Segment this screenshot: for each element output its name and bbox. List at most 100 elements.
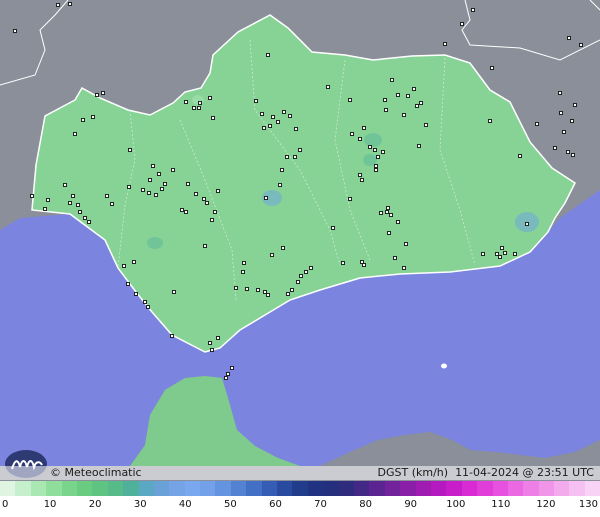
station-marker-icon[interactable] xyxy=(148,178,152,182)
station-marker-icon[interactable] xyxy=(558,91,562,95)
station-marker-icon[interactable] xyxy=(348,197,352,201)
station-marker-icon[interactable] xyxy=(143,300,147,304)
station-marker-icon[interactable] xyxy=(87,220,91,224)
station-marker-icon[interactable] xyxy=(147,191,151,195)
station-marker-icon[interactable] xyxy=(230,366,234,370)
station-marker-icon[interactable] xyxy=(73,132,77,136)
station-marker-icon[interactable] xyxy=(242,261,246,265)
station-marker-icon[interactable] xyxy=(226,372,230,376)
station-marker-icon[interactable] xyxy=(128,148,132,152)
station-marker-icon[interactable] xyxy=(266,293,270,297)
station-marker-icon[interactable] xyxy=(386,206,390,210)
station-marker-icon[interactable] xyxy=(263,290,267,294)
station-marker-icon[interactable] xyxy=(56,3,60,7)
station-marker-icon[interactable] xyxy=(387,231,391,235)
station-marker-icon[interactable] xyxy=(68,2,72,6)
station-marker-icon[interactable] xyxy=(270,253,274,257)
station-marker-icon[interactable] xyxy=(419,101,423,105)
station-marker-icon[interactable] xyxy=(326,85,330,89)
station-marker-icon[interactable] xyxy=(105,194,109,198)
station-marker-icon[interactable] xyxy=(278,183,282,187)
station-marker-icon[interactable] xyxy=(157,172,161,176)
station-marker-icon[interactable] xyxy=(151,164,155,168)
station-marker-icon[interactable] xyxy=(389,213,393,217)
station-marker-icon[interactable] xyxy=(579,43,583,47)
station-marker-icon[interactable] xyxy=(210,218,214,222)
station-marker-icon[interactable] xyxy=(213,210,217,214)
station-marker-icon[interactable] xyxy=(13,29,17,33)
station-marker-icon[interactable] xyxy=(288,114,292,118)
station-marker-icon[interactable] xyxy=(163,182,167,186)
station-marker-icon[interactable] xyxy=(285,155,289,159)
station-marker-icon[interactable] xyxy=(518,154,522,158)
station-marker-icon[interactable] xyxy=(299,274,303,278)
station-marker-icon[interactable] xyxy=(172,290,176,294)
station-marker-icon[interactable] xyxy=(154,193,158,197)
station-marker-icon[interactable] xyxy=(296,280,300,284)
station-marker-icon[interactable] xyxy=(373,148,377,152)
station-marker-icon[interactable] xyxy=(415,104,419,108)
station-marker-icon[interactable] xyxy=(71,194,75,198)
station-marker-icon[interactable] xyxy=(298,148,302,152)
station-marker-icon[interactable] xyxy=(358,137,362,141)
station-marker-icon[interactable] xyxy=(443,42,447,46)
station-marker-icon[interactable] xyxy=(208,341,212,345)
station-marker-icon[interactable] xyxy=(216,336,220,340)
station-marker-icon[interactable] xyxy=(262,126,266,130)
station-marker-icon[interactable] xyxy=(83,216,87,220)
station-marker-icon[interactable] xyxy=(495,252,499,256)
station-marker-icon[interactable] xyxy=(570,119,574,123)
station-marker-icon[interactable] xyxy=(208,96,212,100)
station-marker-icon[interactable] xyxy=(360,260,364,264)
station-marker-icon[interactable] xyxy=(490,66,494,70)
station-marker-icon[interactable] xyxy=(170,334,174,338)
station-marker-icon[interactable] xyxy=(110,202,114,206)
station-marker-icon[interactable] xyxy=(294,127,298,131)
station-marker-icon[interactable] xyxy=(383,98,387,102)
station-marker-icon[interactable] xyxy=(276,120,280,124)
station-marker-icon[interactable] xyxy=(286,292,290,296)
station-marker-icon[interactable] xyxy=(402,266,406,270)
station-marker-icon[interactable] xyxy=(566,150,570,154)
station-marker-icon[interactable] xyxy=(264,196,268,200)
station-marker-icon[interactable] xyxy=(293,155,297,159)
station-marker-icon[interactable] xyxy=(460,22,464,26)
station-marker-icon[interactable] xyxy=(216,189,220,193)
station-marker-icon[interactable] xyxy=(211,116,215,120)
station-marker-icon[interactable] xyxy=(362,263,366,267)
station-marker-icon[interactable] xyxy=(43,207,47,211)
station-marker-icon[interactable] xyxy=(95,93,99,97)
station-marker-icon[interactable] xyxy=(503,251,507,255)
station-marker-icon[interactable] xyxy=(402,113,406,117)
station-marker-icon[interactable] xyxy=(384,108,388,112)
station-marker-icon[interactable] xyxy=(210,348,214,352)
station-marker-icon[interactable] xyxy=(186,182,190,186)
station-marker-icon[interactable] xyxy=(376,155,380,159)
station-marker-icon[interactable] xyxy=(184,210,188,214)
station-marker-icon[interactable] xyxy=(396,220,400,224)
station-marker-icon[interactable] xyxy=(498,255,502,259)
station-marker-icon[interactable] xyxy=(127,185,131,189)
station-marker-icon[interactable] xyxy=(374,168,378,172)
station-marker-icon[interactable] xyxy=(404,242,408,246)
station-marker-icon[interactable] xyxy=(393,256,397,260)
station-marker-icon[interactable] xyxy=(241,270,245,274)
station-marker-icon[interactable] xyxy=(525,222,529,226)
station-marker-icon[interactable] xyxy=(513,252,517,256)
station-marker-icon[interactable] xyxy=(348,98,352,102)
station-marker-icon[interactable] xyxy=(358,173,362,177)
station-marker-icon[interactable] xyxy=(341,261,345,265)
station-marker-icon[interactable] xyxy=(254,99,258,103)
station-marker-icon[interactable] xyxy=(76,203,80,207)
station-marker-icon[interactable] xyxy=(68,201,72,205)
station-marker-icon[interactable] xyxy=(203,244,207,248)
station-marker-icon[interactable] xyxy=(290,288,294,292)
station-marker-icon[interactable] xyxy=(559,111,563,115)
station-marker-icon[interactable] xyxy=(562,130,566,134)
station-marker-icon[interactable] xyxy=(171,168,175,172)
station-marker-icon[interactable] xyxy=(280,168,284,172)
station-marker-icon[interactable] xyxy=(331,226,335,230)
station-marker-icon[interactable] xyxy=(374,164,378,168)
station-marker-icon[interactable] xyxy=(268,124,272,128)
station-marker-icon[interactable] xyxy=(553,146,557,150)
